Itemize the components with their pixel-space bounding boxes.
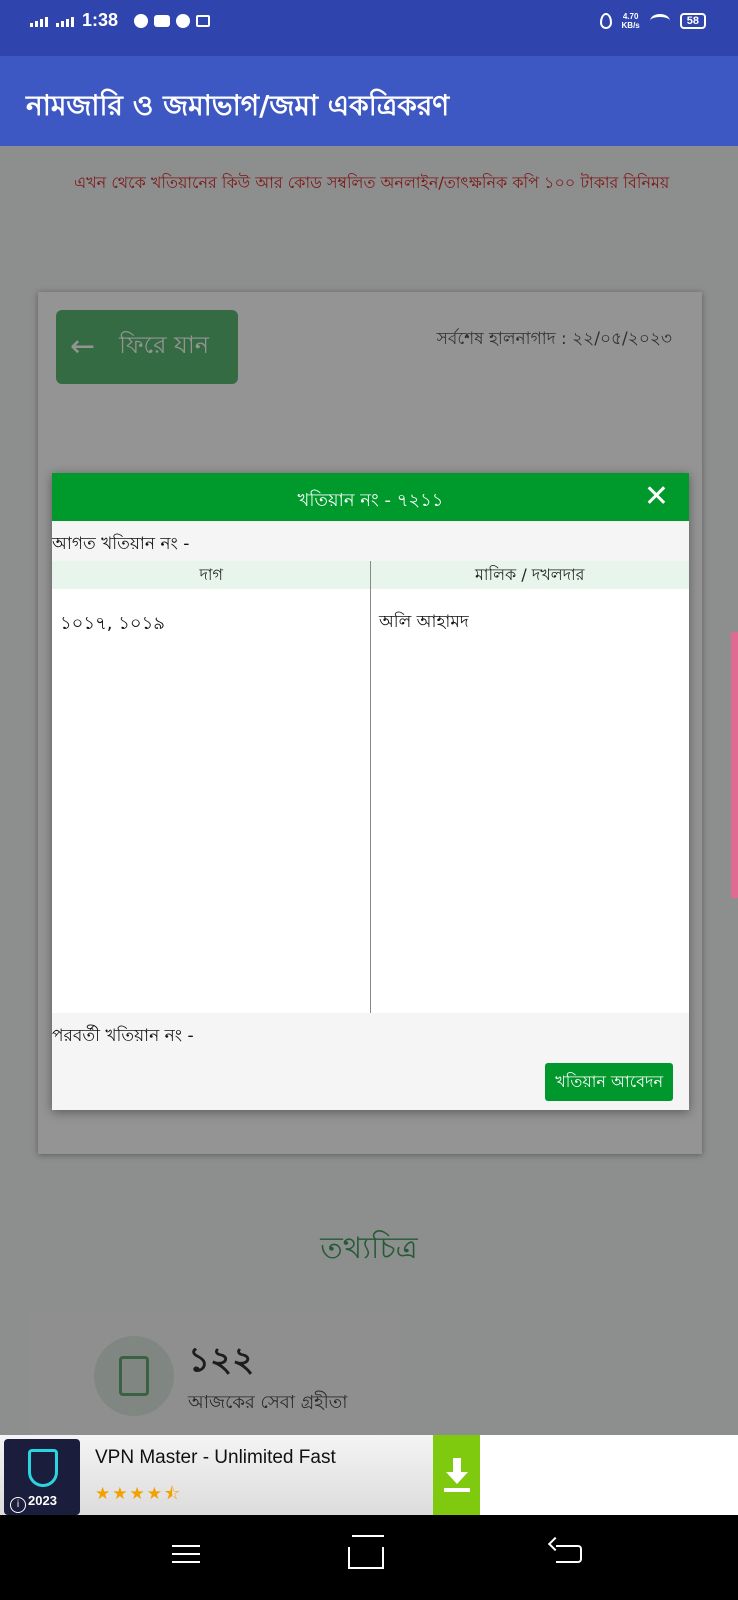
status-right: 4.70 KB/s 58 (599, 12, 706, 30)
download-icon (443, 1458, 470, 1492)
gmail-icon (196, 14, 211, 27)
wifi-icon (649, 14, 670, 28)
ad-app-name: VPN Master - Unlimited Fast (95, 1447, 336, 1468)
location-icon (599, 13, 612, 29)
back-nav-icon[interactable] (547, 1536, 596, 1569)
speed-value: 4.70 (622, 12, 639, 21)
messenger-icon (134, 13, 149, 28)
ad-content[interactable]: 2023 i VPN Master - Unlimited Fast ★★★★⯪ (0, 1435, 480, 1515)
modal-title: খতিয়ান নং - ৭২১১ (297, 490, 444, 511)
page-title: নামজারি ও জমাভাগ/জমা একত্রিকরণ (26, 89, 450, 122)
info-icon[interactable]: i (10, 1497, 26, 1513)
battery-icon: 58 (679, 13, 706, 29)
close-icon[interactable]: ✕ (644, 479, 669, 514)
table-cell-dag: ১০১৭, ১০১৯ (60, 613, 165, 634)
scroll-indicator (731, 632, 738, 898)
status-left: 1:38 (30, 10, 211, 31)
rating-stars: ★★★★⯪ (95, 1484, 183, 1504)
signal-icon (56, 15, 74, 27)
ad-banner[interactable]: 2023 i VPN Master - Unlimited Fast ★★★★⯪ (0, 1435, 738, 1515)
khatian-apply-button[interactable]: খতিয়ান আবেদন (545, 1063, 673, 1101)
youtube-icon (154, 14, 171, 27)
previous-khatian: আগত খতিয়ান নং - (52, 534, 190, 554)
modal-header: খতিয়ান নং - ৭২১১ ✕ (52, 473, 689, 521)
speed-unit: KB/s (621, 21, 640, 30)
status-time: 1:38 (82, 10, 119, 30)
system-nav-bar (0, 1515, 738, 1600)
column-header-dag: দাগ (199, 565, 224, 584)
ad-app-icon[interactable]: 2023 i (4, 1439, 80, 1515)
signal-icon (30, 15, 48, 27)
next-khatian: পরবর্তী খতিয়ান নং - (52, 1026, 194, 1046)
home-icon[interactable] (348, 1535, 388, 1569)
khatian-table: দাগ মালিক / দখলদার ১০১৭, ১০১৯ অলি আহামদ (52, 561, 689, 1013)
download-button[interactable] (433, 1435, 480, 1515)
app-bar: নামজারি ও জমাভাগ/জমা একত্রিকরণ (0, 56, 738, 146)
menu-icon[interactable] (172, 1539, 212, 1569)
tiktok-icon (176, 13, 191, 28)
ad-year: 2023 (28, 1493, 57, 1508)
column-divider (370, 561, 371, 1013)
column-header-owner: মালিক / দখলদার (475, 565, 585, 584)
status-bar: 1:38 4.70 KB/s 58 (0, 0, 738, 56)
khatian-modal: খতিয়ান নং - ৭২১১ ✕ আগত খতিয়ান নং - দাগ… (52, 473, 689, 1110)
table-cell-owner: অলি আহামদ (379, 612, 469, 632)
shield-key-icon (28, 1449, 58, 1487)
network-speed: 4.70 KB/s (622, 12, 640, 30)
